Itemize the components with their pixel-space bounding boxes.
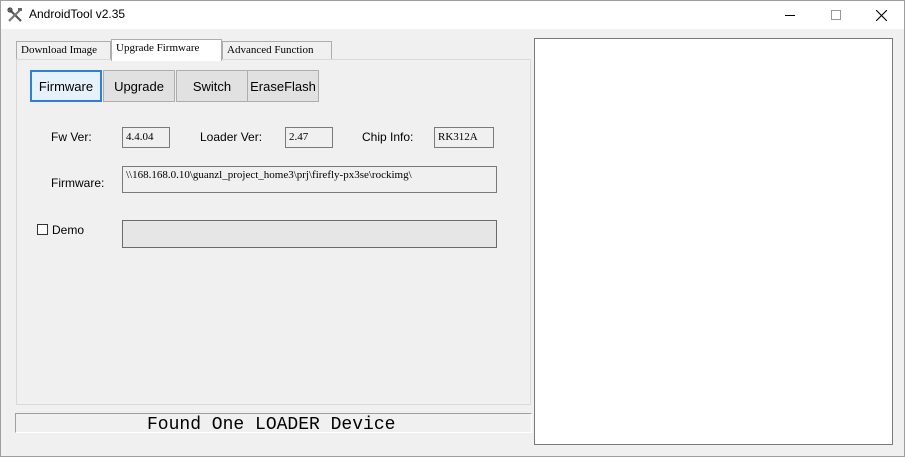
status-message: Found One LOADER Device: [147, 415, 396, 435]
close-icon: [875, 9, 887, 21]
fw-ver-field: 4.4.04: [122, 127, 170, 148]
progress-bar: [122, 220, 497, 248]
erase-flash-button[interactable]: EraseFlash: [247, 70, 319, 102]
firmware-path-field: \\168.168.0.10\guanzl_project_home3\prj\…: [122, 166, 497, 193]
demo-checkbox[interactable]: [37, 224, 48, 235]
app-window: AndroidTool v2.35 Download Image Upgrade…: [0, 0, 905, 457]
tab-upgrade-firmware[interactable]: Upgrade Firmware: [111, 39, 222, 61]
chip-info-label: Chip Info:: [362, 130, 414, 144]
close-button[interactable]: [858, 1, 904, 29]
window-title: AndroidTool v2.35: [29, 7, 126, 21]
maximize-button[interactable]: [813, 1, 859, 29]
title-bar[interactable]: AndroidTool v2.35: [1, 1, 904, 29]
firmware-button[interactable]: Firmware: [30, 70, 102, 102]
tab-download-image[interactable]: Download Image: [16, 41, 111, 59]
chip-info-field: RK312A: [434, 127, 494, 148]
minimize-icon: [785, 15, 795, 16]
upgrade-button[interactable]: Upgrade: [103, 70, 175, 102]
loader-ver-field: 2.47: [285, 127, 333, 148]
demo-label[interactable]: Demo: [52, 223, 84, 237]
minimize-button[interactable]: [767, 1, 813, 29]
log-output-panel[interactable]: [534, 38, 893, 445]
fw-ver-label: Fw Ver:: [51, 130, 92, 144]
loader-ver-label: Loader Ver:: [200, 130, 263, 144]
crossed-tools-icon: [7, 7, 22, 22]
firmware-path-label: Firmware:: [51, 176, 105, 190]
tab-advanced-function[interactable]: Advanced Function: [222, 41, 332, 59]
maximize-icon: [831, 10, 841, 20]
switch-button[interactable]: Switch: [176, 70, 248, 102]
